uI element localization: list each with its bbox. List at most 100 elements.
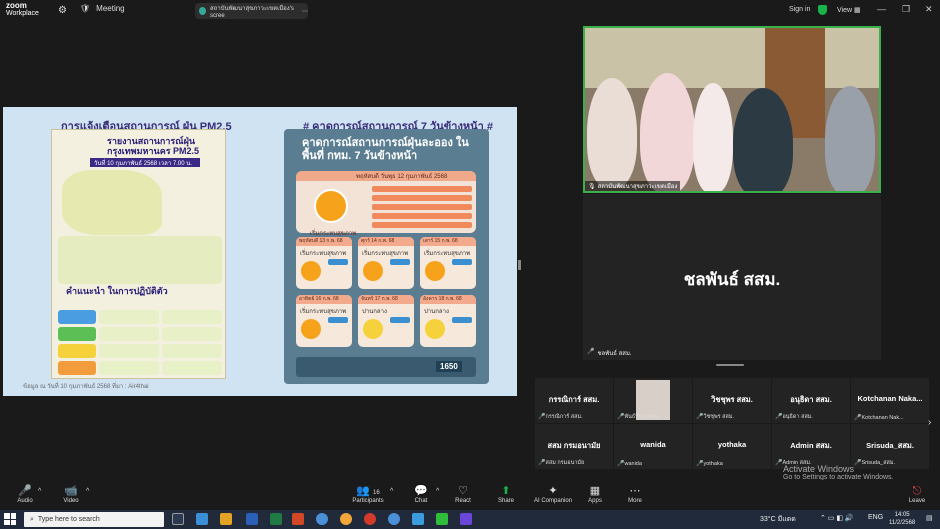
participant-tile[interactable]: yothaka 🎤yothaka <box>693 424 771 469</box>
video-chevron-icon[interactable]: ^ <box>86 488 89 495</box>
pm25-report-poster: รายงานสถานการณ์ฝุ่น กรุงเทพมหานคร PM2.5 … <box>51 129 226 379</box>
participant-tile[interactable]: อนุธิดา สสม. 🎤อนุธิดา สสม. <box>772 378 850 423</box>
speaker-video[interactable]: 🎙 สถาบันพัฒนาสุขภาวะเขตเมือง <box>583 26 881 193</box>
clock-date: 11/2/2568 <box>889 520 916 526</box>
word-icon[interactable] <box>246 513 258 525</box>
participant-tile[interactable]: wanida 🎤wanida <box>614 424 692 469</box>
participant-tile[interactable]: Kotchanan Naka... 🎤Kotchanan Nak... <box>851 378 929 423</box>
share-button[interactable]: ⬆ Share <box>481 484 531 504</box>
slide-footer: ข้อมูล ณ วันที่ 10 กุมภาพันธ์ 2568 ที่มา… <box>23 384 149 390</box>
tile-subname: 🎤yothaka <box>696 460 723 467</box>
participant-figure <box>640 73 695 191</box>
face-icon <box>363 319 383 339</box>
tile-subname-text: yothaka <box>703 461 723 467</box>
participant-figure <box>693 83 733 191</box>
file-explorer-icon[interactable] <box>220 513 232 525</box>
participant-tile-large[interactable]: ชลพันธ์ สสม. 🎤 ชลพันธ์ สสม. <box>583 194 881 360</box>
card-head: เสาร์ 15 ก.พ. 68 <box>420 237 476 246</box>
clock-time: 14:05 <box>894 512 910 518</box>
search-placeholder: Type here to search <box>37 516 100 523</box>
participants-icon: 👥 16 <box>356 485 380 497</box>
card-tag <box>390 317 410 323</box>
video-name: สถาบันพัฒนาสุขภาวะเขตเมือง <box>597 184 678 190</box>
chat-label: Chat <box>414 498 428 504</box>
chrome-icon[interactable] <box>316 513 328 525</box>
browser-icon[interactable] <box>340 513 352 525</box>
video-background <box>585 28 879 88</box>
windows-taskbar: ⌕ Type here to search 33°C มีแดด ⌃ ▭ ◧ 🔊… <box>0 510 940 529</box>
participant-subname-text: ชลพันธ์ สสม. <box>597 351 632 357</box>
meeting-menu[interactable]: 🛡 Meeting <box>80 4 125 13</box>
poster1-heading: รายงานสถานการณ์ฝุ่น กรุงเทพมหานคร PM2.5 <box>107 136 200 156</box>
close-icon[interactable]: ✕ <box>925 4 933 15</box>
chrome-alt-icon[interactable] <box>388 513 400 525</box>
maximize-icon[interactable]: ❐ <box>902 4 910 15</box>
weather-widget[interactable]: 33°C มีแดด <box>760 514 796 525</box>
today-head: พฤหัสบดี วันพุธ 12 กุมภาพันธ์ 2568 <box>296 171 476 181</box>
participant-tile[interactable]: 🎤พันธ์ทิพา สสม. <box>614 378 692 423</box>
tile-name: Admin สสม. <box>790 441 832 450</box>
apps-label: Apps <box>588 498 602 504</box>
shared-screen: การแจ้งเตือนสถานการณ์ ฝุ่น PM2.5 # คาดกา… <box>3 107 517 396</box>
card-tag <box>452 317 472 323</box>
share-dot-icon <box>199 7 207 15</box>
tray-icons[interactable]: ⌃ ▭ ◧ 🔊 <box>820 514 854 522</box>
forecast-poster: คาดการณ์สถานการณ์ฝุ่นละออง ในพื้นที่ กทม… <box>284 129 489 384</box>
leave-button[interactable]: ⎋ Leave <box>892 484 940 504</box>
share-title: สถาบันพัฒนาสุขภาวะเขตเมือง's scree <box>210 6 294 19</box>
edge-icon[interactable] <box>196 513 208 525</box>
tile-subname: 🎤Kotchanan Nak... <box>854 414 904 421</box>
audio-button[interactable]: 🎤 Audio <box>0 484 50 504</box>
mic-icon: 🎙 <box>588 183 596 190</box>
tile-name: สสม กรมอนามัย <box>547 441 601 450</box>
excel-icon[interactable] <box>270 513 282 525</box>
tile-name: wanida <box>640 440 666 449</box>
language-indicator[interactable]: ENG <box>868 514 883 521</box>
split-handle[interactable] <box>518 260 521 270</box>
search-icon: ⌕ <box>30 515 34 523</box>
windows-start-icon[interactable] <box>4 513 16 525</box>
notification-icon[interactable]: ▤ <box>926 514 933 522</box>
sign-in-button[interactable]: Sign in <box>789 6 810 13</box>
card-text: ปานกลาง <box>424 309 449 315</box>
face-icon <box>363 261 383 281</box>
card-tag <box>328 317 348 323</box>
view-label: View <box>837 7 853 14</box>
more-icon[interactable]: ⋯ <box>302 8 308 15</box>
view-button[interactable]: View ▦ <box>837 6 861 14</box>
encryption-shield-icon[interactable] <box>818 5 827 15</box>
card-text: เริ่มกระทบสุขภาพ <box>424 251 471 257</box>
powerpoint-icon[interactable] <box>292 513 304 525</box>
district-bars <box>372 186 472 231</box>
card-head: อังคาร 18 ก.พ. 68 <box>420 295 476 304</box>
forecast-card: จันทร์ 17 ก.พ. 68 ปานกลาง <box>358 295 414 347</box>
participant-tile[interactable]: สสม กรมอนามัย 🎤สสม กรมอนามัย <box>535 424 613 469</box>
participant-figure <box>733 88 793 191</box>
card-tag <box>452 259 472 265</box>
logo-bottom-text: Workplace <box>6 10 39 17</box>
settings-icon[interactable]: ⚙ <box>58 5 67 16</box>
leave-label: Leave <box>908 498 926 504</box>
participant-tile[interactable]: Srisuda_สสม. 🎤Srisuda_สสม. <box>851 424 929 469</box>
taskbar-clock[interactable]: 14:05 11/2/2568 <box>889 511 915 527</box>
outlook-icon[interactable] <box>412 513 424 525</box>
participants-chevron-icon[interactable]: ^ <box>390 488 393 495</box>
next-page-icon[interactable]: › <box>928 417 931 428</box>
card-text: ปานกลาง <box>362 309 387 315</box>
chrome-profile-icon[interactable] <box>364 513 376 525</box>
participant-tile[interactable]: Admin สสม. 🎤Admin สสม. <box>772 424 850 469</box>
participant-tile[interactable]: วิชชุพร สสม. 🎤วิชชุพร สสม. <box>693 378 771 423</box>
line-icon[interactable] <box>436 513 448 525</box>
audio-chevron-icon[interactable]: ^ <box>38 488 41 495</box>
participant-tile[interactable]: กรรณิการ์ สสม. 🎤กรรณิการ์ สสม. <box>535 378 613 423</box>
tile-subname: 🎤wanida <box>617 460 642 467</box>
gallery-scrollbar[interactable] <box>716 364 744 366</box>
more-button[interactable]: ⋯ More <box>610 484 660 504</box>
task-view-icon[interactable] <box>172 513 184 525</box>
zoom-taskbar-icon[interactable] <box>460 513 472 525</box>
taskbar-search-input[interactable]: ⌕ Type here to search <box>24 512 164 527</box>
minimize-icon[interactable]: — <box>877 4 886 14</box>
participants-button[interactable]: 👥 16 Participants <box>343 484 393 504</box>
screen-share-indicator[interactable]: สถาบันพัฒนาสุขภาวะเขตเมือง's scree ⋯ <box>195 3 308 19</box>
participant-figure <box>587 78 637 188</box>
